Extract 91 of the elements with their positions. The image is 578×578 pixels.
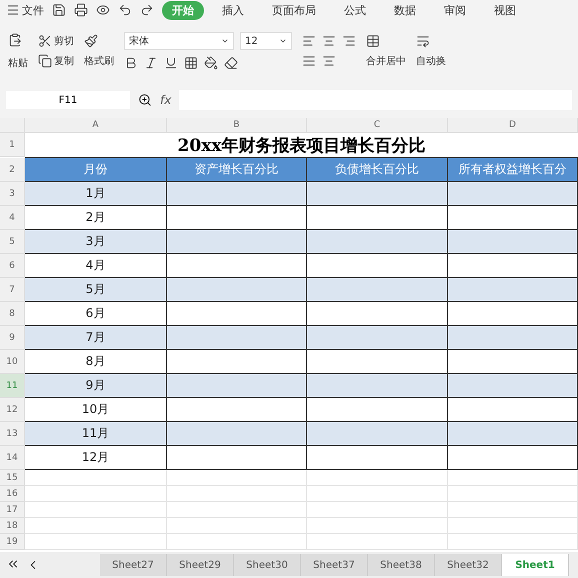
paste-icon[interactable] [8, 32, 22, 50]
row-header[interactable]: 4 [0, 206, 25, 230]
column-header[interactable]: A [25, 118, 167, 133]
table-cell: 8月 [25, 350, 167, 374]
sheet-tab[interactable]: Sheet32 [435, 554, 502, 576]
zoom-icon[interactable] [138, 93, 152, 107]
header-cell: 资产增长百分比 [167, 158, 307, 182]
sheet-tab[interactable]: Sheet38 [368, 554, 435, 576]
cut-button[interactable]: 剪切 [38, 34, 74, 48]
print-icon[interactable] [74, 3, 88, 17]
row-header[interactable]: 3 [0, 182, 25, 206]
scissors-icon[interactable] [38, 34, 52, 48]
row-header[interactable]: 9 [0, 326, 25, 350]
table-cell: 12月 [25, 446, 167, 470]
menu-tab[interactable]: 公式 [334, 0, 376, 20]
merge-icon[interactable] [366, 34, 380, 48]
row-header[interactable]: 18 [0, 518, 25, 534]
wrap-text-button[interactable]: 自动换 [416, 54, 446, 68]
row-header[interactable]: 15 [0, 470, 25, 486]
function-label[interactable]: fx [160, 93, 172, 107]
sheet-tab[interactable]: Sheet30 [234, 554, 301, 576]
sheet-tab[interactable]: Sheet27 [100, 554, 167, 576]
align-right-icon[interactable] [342, 34, 356, 48]
header-cell: 负债增长百分比 [307, 158, 448, 182]
menu-tab[interactable]: 视图 [484, 0, 526, 20]
row-header[interactable]: 16 [0, 486, 25, 502]
table-cell: 5月 [25, 278, 167, 302]
align-left-icon[interactable] [302, 34, 316, 48]
redo-icon[interactable] [140, 3, 154, 17]
bold-icon[interactable] [124, 56, 138, 70]
copy-button[interactable]: 复制 [38, 54, 74, 68]
menu-tab[interactable]: 插入 [212, 0, 254, 20]
border-icon[interactable] [184, 56, 198, 70]
wrap-icon[interactable] [416, 34, 430, 48]
justify-icon[interactable] [302, 54, 316, 68]
row-header[interactable]: 13 [0, 422, 25, 446]
align-middle-icon[interactable] [322, 54, 336, 68]
table-cell: 11月 [25, 422, 167, 446]
table-cell: 4月 [25, 254, 167, 278]
table-cell: 10月 [25, 398, 167, 422]
table-cell: 2月 [25, 206, 167, 230]
column-header[interactable]: B [167, 118, 307, 133]
column-header[interactable]: C [307, 118, 448, 133]
row-header[interactable]: 12 [0, 398, 25, 422]
row-header[interactable]: 7 [0, 278, 25, 302]
name-box[interactable]: F11 [6, 91, 130, 109]
header-cell: 月份 [25, 158, 167, 182]
format-painter-button[interactable]: 格式刷 [84, 54, 114, 68]
menu-tab[interactable]: 页面布局 [262, 0, 326, 20]
italic-icon[interactable] [144, 56, 158, 70]
preview-icon[interactable] [96, 3, 110, 17]
file-menu[interactable]: 文件 [6, 2, 44, 18]
sheet-tab[interactable]: Sheet1 [502, 554, 569, 576]
menu-icon[interactable] [6, 3, 20, 17]
column-header[interactable]: D [448, 118, 578, 133]
menu-tab[interactable]: 审阅 [434, 0, 476, 20]
fill-color-icon[interactable] [204, 56, 218, 70]
paste-glyph-icon[interactable] [8, 32, 22, 46]
font-field[interactable]: 宋体 [124, 32, 234, 50]
row-header[interactable]: 6 [0, 254, 25, 278]
table-cell: 7月 [25, 326, 167, 350]
underline-icon[interactable] [164, 56, 178, 70]
save-icon[interactable] [52, 3, 66, 17]
row-header[interactable]: 10 [0, 350, 25, 374]
row-header[interactable]: 19 [0, 534, 25, 550]
row-header[interactable]: 5 [0, 230, 25, 254]
menu-tab[interactable]: 数据 [384, 0, 426, 20]
align-center-icon[interactable] [322, 34, 336, 48]
sheet-tab[interactable]: Sheet29 [167, 554, 234, 576]
dropdown-icon [279, 37, 287, 45]
paste-button[interactable]: 粘贴 [8, 56, 28, 70]
eraser-icon[interactable] [224, 56, 238, 70]
table-cell: 6月 [25, 302, 167, 326]
merge-center-button[interactable]: 合并居中 [366, 54, 406, 68]
table-cell: 3月 [25, 230, 167, 254]
row-header[interactable]: 14 [0, 446, 25, 470]
row-header[interactable]: 11 [0, 374, 25, 398]
menu-tab[interactable]: 开始 [162, 0, 204, 20]
font-size-field[interactable]: 12 [240, 32, 292, 50]
row-header[interactable]: 1 [0, 133, 25, 157]
header-cell: 所有者权益增长百分 [448, 158, 578, 182]
table-cell: 1月 [25, 182, 167, 206]
dropdown-icon [221, 37, 229, 45]
table-cell: 9月 [25, 374, 167, 398]
row-header[interactable]: 8 [0, 302, 25, 326]
sheet-tab[interactable]: Sheet37 [301, 554, 368, 576]
copy-icon[interactable] [38, 54, 52, 68]
row-header[interactable]: 2 [0, 158, 25, 182]
undo-icon[interactable] [118, 3, 132, 17]
brush-icon[interactable] [84, 34, 98, 48]
row-header[interactable]: 17 [0, 502, 25, 518]
